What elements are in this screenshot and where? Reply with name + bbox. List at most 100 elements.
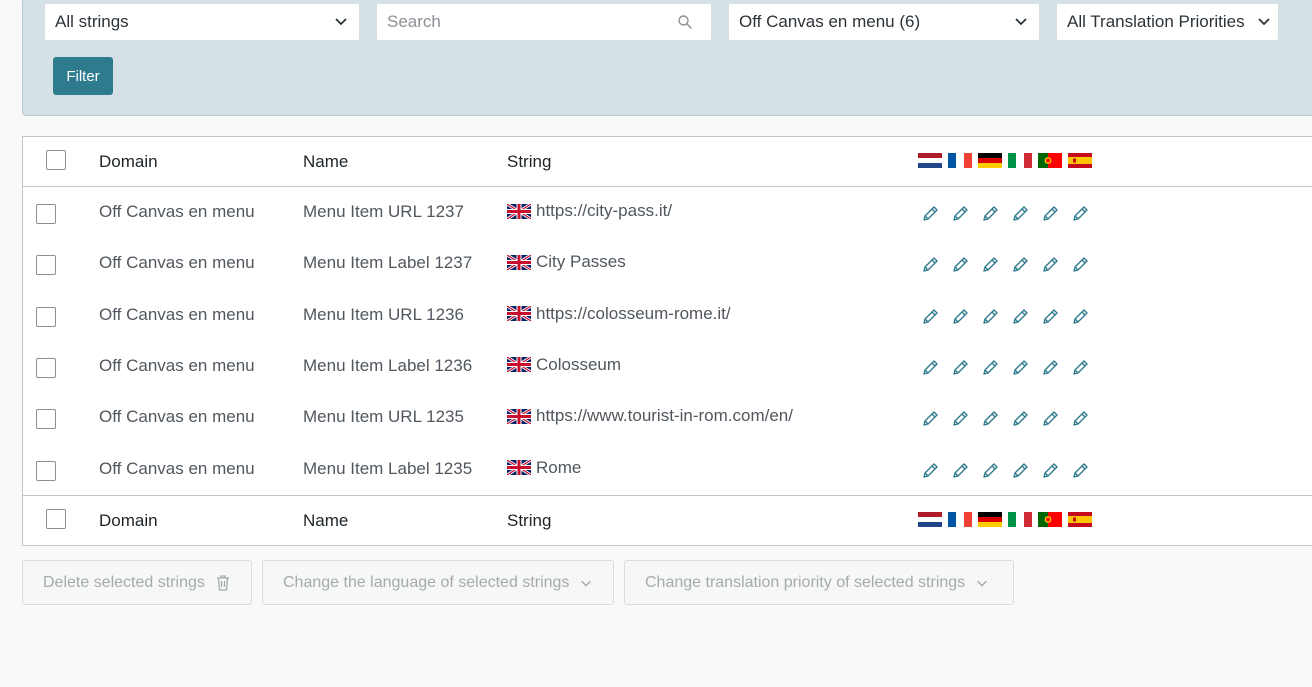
row-name: Menu Item Label 1236 <box>303 355 473 375</box>
translation-actions <box>915 255 1095 275</box>
uk-flag-icon <box>507 408 531 424</box>
edit-translation-pencil-icon[interactable] <box>945 358 975 378</box>
nl-flag-icon <box>918 153 942 168</box>
edit-translation-pencil-icon[interactable] <box>915 358 945 378</box>
table-row: Off Canvas en menu Menu Item URL 1237 http… <box>23 188 1312 239</box>
column-name[interactable]: Name <box>303 152 348 172</box>
edit-translation-pencil-icon[interactable] <box>1005 307 1035 327</box>
search-icon <box>678 15 692 29</box>
row-string: https://city-pass.it/ <box>507 201 672 221</box>
edit-translation-pencil-icon[interactable] <box>1005 204 1035 224</box>
domain-select[interactable]: Off Canvas en menu (6) <box>728 3 1040 41</box>
edit-translation-pencil-icon[interactable] <box>975 409 1005 429</box>
column-string[interactable]: String <box>507 152 551 172</box>
row-string: https://www.tourist-in-rom.com/en/ <box>507 406 793 426</box>
translation-actions <box>915 307 1095 327</box>
chevron-down-icon <box>1258 18 1270 26</box>
edit-translation-pencil-icon[interactable] <box>915 255 945 275</box>
edit-translation-pencil-icon[interactable] <box>915 461 945 481</box>
search-placeholder: Search <box>387 12 441 31</box>
translation-actions <box>915 409 1095 429</box>
row-checkbox[interactable] <box>36 357 56 378</box>
row-name: Menu Item Label 1235 <box>303 458 473 478</box>
select-all-checkbox-footer[interactable] <box>46 509 66 529</box>
uk-flag-icon <box>507 203 531 219</box>
edit-translation-pencil-icon[interactable] <box>1035 255 1065 275</box>
domain-select-value: Off Canvas en menu (6) <box>739 12 921 31</box>
string-status-value: All strings <box>55 12 129 31</box>
select-all-checkbox[interactable] <box>46 150 66 170</box>
row-string: https://colosseum-rome.it/ <box>507 304 731 324</box>
row-string-text: https://www.tourist-in-rom.com/en/ <box>536 406 793 426</box>
edit-translation-pencil-icon[interactable] <box>1035 461 1065 481</box>
edit-translation-pencil-icon[interactable] <box>1005 358 1035 378</box>
trash-icon <box>216 574 229 591</box>
edit-translation-pencil-icon[interactable] <box>975 461 1005 481</box>
row-string-text: https://colosseum-rome.it/ <box>536 303 731 323</box>
search-input[interactable]: Search <box>376 3 712 41</box>
strings-table: Domain Name String Off Canvas en menu Men… <box>22 136 1312 546</box>
edit-translation-pencil-icon[interactable] <box>1005 409 1035 429</box>
table-header: Domain Name String <box>23 137 1312 187</box>
edit-translation-pencil-icon[interactable] <box>945 255 975 275</box>
table-row: Off Canvas en menu Menu Item Label 1237 Ci… <box>23 239 1312 290</box>
priority-select[interactable]: All Translation Priorities <box>1056 3 1279 41</box>
edit-translation-pencil-icon[interactable] <box>915 409 945 429</box>
edit-translation-pencil-icon[interactable] <box>915 204 945 224</box>
edit-translation-pencil-icon[interactable] <box>1065 409 1095 429</box>
row-domain: Off Canvas en menu <box>99 304 255 324</box>
edit-translation-pencil-icon[interactable] <box>915 307 945 327</box>
row-checkbox[interactable] <box>36 204 56 224</box>
column-name-footer[interactable]: Name <box>303 511 348 531</box>
edit-translation-pencil-icon[interactable] <box>1005 461 1035 481</box>
edit-translation-pencil-icon[interactable] <box>1035 307 1065 327</box>
column-string-footer[interactable]: String <box>507 511 551 531</box>
edit-translation-pencil-icon[interactable] <box>975 204 1005 224</box>
edit-translation-pencil-icon[interactable] <box>1035 409 1065 429</box>
edit-translation-pencil-icon[interactable] <box>945 461 975 481</box>
es-flag-icon <box>1068 153 1092 168</box>
row-string-text: Rome <box>536 457 582 477</box>
edit-translation-pencil-icon[interactable] <box>975 307 1005 327</box>
row-domain: Off Canvas en menu <box>99 202 255 221</box>
row-string-text: https://city-pass.it/ <box>536 201 673 220</box>
edit-translation-pencil-icon[interactable] <box>1065 307 1095 327</box>
edit-translation-pencil-icon[interactable] <box>1005 255 1035 275</box>
edit-translation-pencil-icon[interactable] <box>975 255 1005 275</box>
chevron-down-icon <box>1015 18 1027 26</box>
table-row: Off Canvas en menu Menu Item Label 1235 Ro… <box>23 445 1312 496</box>
row-checkbox[interactable] <box>36 460 56 481</box>
string-status-select[interactable]: All strings <box>44 3 360 41</box>
edit-translation-pencil-icon[interactable] <box>1065 461 1095 481</box>
change-priority-label: Change translation priority of selected … <box>645 573 966 591</box>
edit-translation-pencil-icon[interactable] <box>1065 255 1095 275</box>
row-string-text: Colosseum <box>536 354 622 374</box>
change-priority-button[interactable]: Change translation priority of selected … <box>624 560 1014 605</box>
row-checkbox[interactable] <box>36 306 56 327</box>
edit-translation-pencil-icon[interactable] <box>1065 204 1095 224</box>
edit-translation-pencil-icon[interactable] <box>1035 358 1065 378</box>
row-checkbox[interactable] <box>36 255 56 276</box>
column-domain-footer[interactable]: Domain <box>99 511 158 531</box>
edit-translation-pencil-icon[interactable] <box>1035 204 1065 224</box>
change-language-button[interactable]: Change the language of selected strings <box>262 560 614 605</box>
edit-translation-pencil-icon[interactable] <box>945 204 975 224</box>
filter-button[interactable]: Filter <box>53 57 113 95</box>
de-flag-icon <box>978 153 1002 168</box>
table-row: Off Canvas en menu Menu Item Label 1236 Co… <box>23 342 1312 393</box>
column-domain[interactable]: Domain <box>99 152 158 172</box>
edit-translation-pencil-icon[interactable] <box>945 307 975 327</box>
row-checkbox[interactable] <box>36 409 56 430</box>
pt-flag-icon <box>1038 512 1062 527</box>
uk-flag-icon <box>507 357 531 373</box>
edit-translation-pencil-icon[interactable] <box>945 409 975 429</box>
translation-actions <box>915 461 1095 481</box>
chevron-down-icon <box>581 580 592 587</box>
delete-selected-label: Delete selected strings <box>43 573 205 591</box>
chevron-down-icon <box>335 18 347 26</box>
edit-translation-pencil-icon[interactable] <box>1065 358 1095 378</box>
it-flag-icon <box>1008 512 1032 527</box>
delete-selected-button[interactable]: Delete selected strings <box>22 560 252 605</box>
edit-translation-pencil-icon[interactable] <box>975 358 1005 378</box>
row-domain: Off Canvas en menu <box>99 355 255 375</box>
